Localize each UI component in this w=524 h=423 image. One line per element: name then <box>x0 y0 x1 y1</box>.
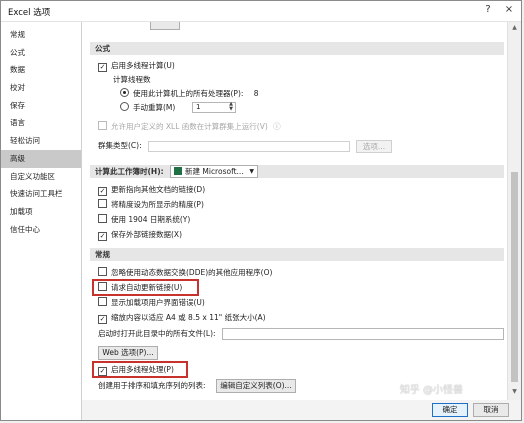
sidebar-item-proofing[interactable]: 校对 <box>1 79 81 97</box>
cluster-type-field <box>148 141 350 152</box>
close-button[interactable]: × <box>502 3 516 17</box>
dialog-footer: 确定 取消 <box>82 400 521 420</box>
ignore-dde-row[interactable]: 忽略使用动态数据交换(DDE)的其他应用程序(O) <box>98 267 272 279</box>
scroll-up-icon[interactable]: ▲ <box>508 24 521 34</box>
highlight-multithread-processing <box>92 361 188 378</box>
update-links-checkbox[interactable]: ✓ <box>98 187 107 196</box>
title-bar: Excel 选项 ? × <box>1 1 521 22</box>
section-general: 常规 <box>90 248 504 261</box>
sidebar-item-formulas[interactable]: 公式 <box>1 44 81 62</box>
sidebar-item-customize-ribbon[interactable]: 自定义功能区 <box>1 168 81 186</box>
sidebar-item-trust-center[interactable]: 信任中心 <box>1 221 81 239</box>
sidebar-item-accessibility[interactable]: 轻松访问 <box>1 132 81 150</box>
sidebar-item-quick-access-toolbar[interactable]: 快速访问工具栏 <box>1 185 81 203</box>
cluster-type-label: 群集类型(C): <box>98 141 142 150</box>
scroll-down-icon[interactable]: ▼ <box>508 388 521 398</box>
spinner-down-icon[interactable]: ▼ <box>229 107 233 112</box>
workbook-select[interactable]: 新建 Microsoft... ▼ <box>170 165 258 178</box>
xll-cluster-checkbox[interactable] <box>98 121 107 130</box>
help-button[interactable]: ? <box>481 3 495 17</box>
ignore-dde-checkbox[interactable] <box>98 267 107 276</box>
excel-workbook-icon <box>174 167 182 175</box>
date-1904-row[interactable]: 使用 1904 日期系统(Y) <box>98 214 190 226</box>
use-all-processors-radio[interactable] <box>120 88 129 97</box>
scale-a4-row[interactable]: ✓ 缩放内容以适应 A4 或 8.5 x 11" 纸张大小(A) <box>98 312 266 324</box>
info-icon: ⓘ <box>273 122 281 131</box>
date-1904-checkbox[interactable] <box>98 214 107 223</box>
chevron-down-icon: ▼ <box>249 168 254 175</box>
ok-button[interactable]: 确定 <box>432 403 468 417</box>
sidebar-item-advanced[interactable]: 高级 <box>1 149 81 168</box>
scale-a4-checkbox[interactable]: ✓ <box>98 315 107 324</box>
section-formulas: 公式 <box>90 42 504 55</box>
sidebar-item-data[interactable]: 数据 <box>1 61 81 79</box>
scroll-thumb[interactable] <box>511 172 518 382</box>
update-links-row[interactable]: ✓ 更新指向其他文档的链接(D) <box>98 184 205 196</box>
save-external-links-row[interactable]: ✓ 保存外部链接数据(X) <box>98 229 182 241</box>
processor-count: 8 <box>253 89 259 98</box>
cancel-button[interactable]: 取消 <box>473 403 509 417</box>
sidebar-item-add-ins[interactable]: 加载项 <box>1 203 81 221</box>
startup-folder-label: 启动时打开此目录中的所有文件(L): <box>98 329 216 338</box>
options-content: 公式 ✓ 启用多线程计算(U) 计算线程数 使用此计算机上的所有处理器(P): 8… <box>82 22 508 400</box>
dialog-title: Excel 选项 <box>8 8 51 18</box>
section-workbook-calc: 计算此工作簿时(H): <box>90 165 504 178</box>
precision-as-displayed-row[interactable]: 将精度设为所显示的精度(P) <box>98 199 204 211</box>
manual-threads-row[interactable]: 手动重算(M) <box>120 102 175 114</box>
multithread-calc-row[interactable]: ✓ 启用多线程计算(U) <box>98 60 175 72</box>
manual-threads-spinner[interactable]: 1 ▲ ▼ <box>192 102 236 113</box>
truncated-button[interactable] <box>150 22 180 30</box>
sidebar-item-save[interactable]: 保存 <box>1 97 81 115</box>
manual-threads-radio[interactable] <box>120 102 129 111</box>
custom-list-label: 创建用于排序和填充序列的列表: <box>98 381 206 390</box>
watermark: 知乎 @小怪兽 <box>399 385 463 396</box>
excel-options-dialog: Excel 选项 ? × 常规 公式 数据 校对 保存 语言 轻松访问 高级 自… <box>0 0 522 421</box>
show-addin-errors-checkbox[interactable] <box>98 297 107 306</box>
highlight-ask-update-links <box>92 279 199 296</box>
content-scrollbar[interactable]: ▲ ▼ <box>507 22 521 400</box>
show-addin-errors-row[interactable]: 显示加载项用户界面错误(U) <box>98 297 205 309</box>
precision-as-displayed-checkbox[interactable] <box>98 199 107 208</box>
multithread-calc-checkbox[interactable]: ✓ <box>98 63 107 72</box>
cluster-options-button[interactable]: 选项... <box>356 140 392 153</box>
save-external-links-checkbox[interactable]: ✓ <box>98 232 107 241</box>
sidebar: 常规 公式 数据 校对 保存 语言 轻松访问 高级 自定义功能区 快速访问工具栏… <box>1 22 82 420</box>
sidebar-item-general[interactable]: 常规 <box>1 26 81 44</box>
edit-custom-lists-button[interactable]: 编辑自定义列表(O)... <box>216 379 296 393</box>
threads-label: 计算线程数 <box>113 75 151 84</box>
sidebar-item-language[interactable]: 语言 <box>1 114 81 132</box>
startup-folder-input[interactable] <box>222 328 504 340</box>
web-options-button[interactable]: Web 选项(P)... <box>98 346 158 360</box>
use-all-processors-row[interactable]: 使用此计算机上的所有处理器(P): 8 <box>120 88 259 100</box>
xll-cluster-row[interactable]: 允许用户定义的 XLL 函数在计算群集上运行(V) ⓘ <box>98 121 281 133</box>
